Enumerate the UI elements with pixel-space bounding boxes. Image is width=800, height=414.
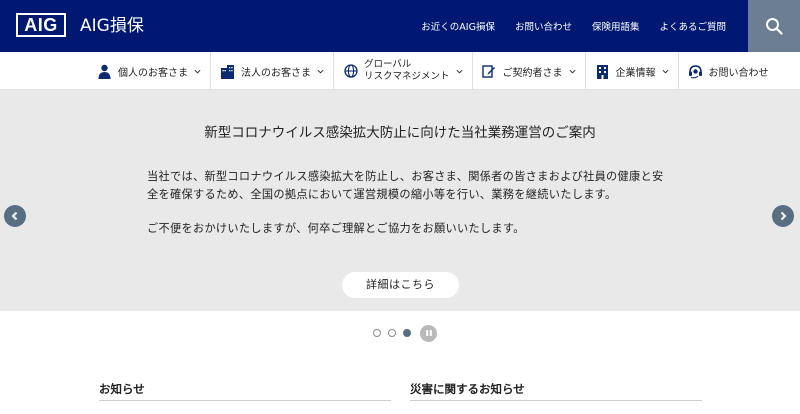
hero-body: 当社では、新型コロナウイルス感染拡大を防止し、お客さま、関係者の皆さまおよび社員…: [147, 168, 667, 238]
news-section-divider: [99, 400, 391, 401]
chevron-down-icon: [456, 69, 463, 74]
edit-doc-icon: [482, 64, 497, 79]
hero-title: 新型コロナウイルス感染拡大防止に向けた当社業務運営のご案内: [204, 125, 596, 141]
nav-contact-label: お問い合わせ: [708, 67, 769, 79]
brand-name[interactable]: AIG損保: [80, 15, 144, 37]
chevron-down-icon: [662, 69, 669, 74]
chevron-down-icon: [317, 69, 324, 74]
link-nearby-office[interactable]: お近くのAIG損保: [411, 19, 505, 33]
nav-company-label: 企業情報: [615, 67, 656, 79]
nav-policyholders-label: ご契約者さま: [502, 67, 563, 79]
nav-corporate-label: 法人のお客さま: [241, 67, 311, 79]
chevron-left-icon: [11, 211, 18, 221]
chevron-down-icon: [569, 69, 576, 74]
search-button[interactable]: [748, 0, 800, 52]
office-icon: [595, 64, 610, 79]
details-button[interactable]: 詳細はこちら: [342, 272, 459, 298]
chevron-right-icon: [780, 211, 787, 221]
top-header: AIG AIG損保 お近くのAIG損保 お問い合わせ 保険用語集 よくあるご質問: [0, 0, 800, 52]
hero-paragraph-1: 当社では、新型コロナウイルス感染拡大を防止し、お客さま、関係者の皆さまおよび社員…: [147, 170, 664, 201]
header-links: お近くのAIG損保 お問い合わせ 保険用語集 よくあるご質問: [411, 0, 736, 52]
hero-paragraph-2: ご不便をおかけいたしますが、何卒ご理解とご協力をお願いいたします。: [147, 222, 525, 235]
link-contact[interactable]: お問い合わせ: [505, 19, 582, 33]
person-icon: [97, 64, 112, 79]
nav-contact[interactable]: お問い合わせ: [679, 52, 778, 90]
nav-global-label-line2: リスクマネジメント: [364, 71, 450, 82]
nav-global-risk[interactable]: グローバル リスクマネジメント: [334, 52, 473, 90]
carousel-dot-2[interactable]: [388, 329, 396, 337]
pause-icon: [425, 330, 432, 336]
nav-corporate[interactable]: 法人のお客さま: [211, 52, 334, 90]
nav-personal-label: 個人のお客さま: [118, 67, 188, 79]
headset-icon: [688, 64, 703, 79]
news-section-title: お知らせ: [99, 382, 145, 396]
nav-global-label-line1: グローバル: [364, 59, 412, 70]
nav-company-info[interactable]: 企業情報: [586, 52, 679, 90]
nav-policyholders[interactable]: ご契約者さま: [473, 52, 586, 90]
link-glossary[interactable]: 保険用語集: [582, 19, 650, 33]
disaster-section-divider: [410, 400, 702, 401]
aig-logo[interactable]: AIG: [16, 13, 66, 37]
carousel-dot-3[interactable]: [403, 329, 411, 337]
nav-personal[interactable]: 個人のお客さま: [88, 52, 211, 90]
carousel-indicators: [373, 324, 437, 342]
building-icon: [220, 64, 235, 79]
link-faq[interactable]: よくあるご質問: [649, 19, 736, 33]
carousel-pause-button[interactable]: [420, 324, 437, 342]
main-nav: 個人のお客さま 法人のお客さま グローバル リスクマネジメント ご契約者さま 企…: [0, 52, 800, 90]
search-icon: [766, 18, 783, 35]
carousel-dot-1[interactable]: [373, 329, 381, 337]
carousel-next-button[interactable]: [772, 205, 794, 227]
globe-icon: [343, 64, 358, 79]
chevron-down-icon: [194, 69, 201, 74]
carousel-prev-button[interactable]: [4, 205, 26, 227]
disaster-section-title: 災害に関するお知らせ: [410, 382, 525, 396]
hero-carousel: 新型コロナウイルス感染拡大防止に向けた当社業務運営のご案内 当社では、新型コロナ…: [0, 90, 800, 311]
